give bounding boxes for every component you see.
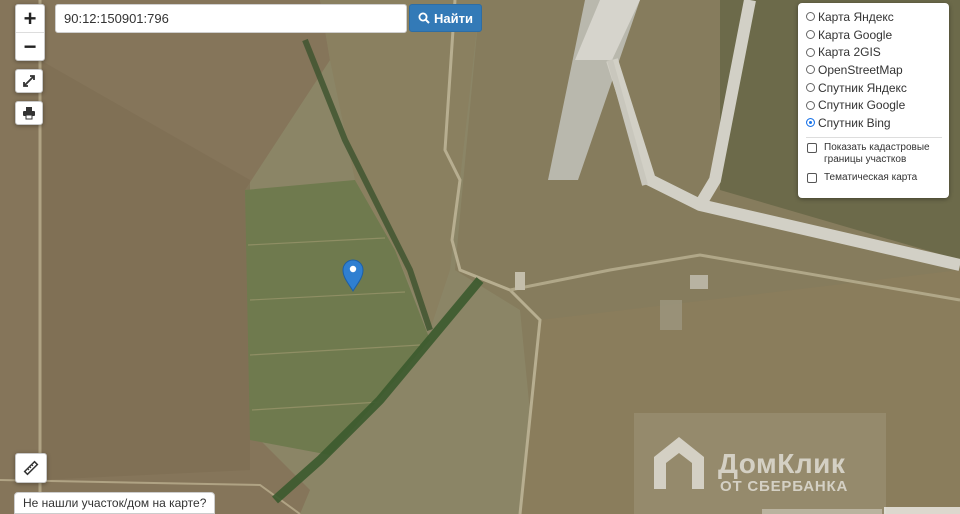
ruler-button[interactable] bbox=[15, 453, 47, 483]
radio-icon[interactable] bbox=[806, 47, 815, 57]
scale-bar bbox=[762, 509, 882, 514]
layer-label: Карта 2GIS bbox=[818, 45, 881, 60]
house-logo-icon bbox=[654, 437, 704, 489]
find-button-label: Найти bbox=[434, 10, 473, 26]
layer-label: Карта Яндекс bbox=[818, 9, 894, 24]
fullscreen-button[interactable] bbox=[15, 69, 43, 93]
overlay-thematic-map[interactable]: Тематическая карта bbox=[806, 172, 942, 184]
ruler-icon bbox=[23, 460, 39, 476]
print-button[interactable] bbox=[15, 101, 43, 125]
map-attribution bbox=[884, 507, 960, 514]
layer-label: Спутник Яндекс bbox=[818, 80, 907, 95]
cadastral-search-input[interactable] bbox=[55, 4, 407, 33]
layer-switcher: Карта Яндекс Карта Google Карта 2GIS Ope… bbox=[798, 3, 949, 198]
overlay-cadastral-borders[interactable]: Показать кадастровые границы участков bbox=[806, 142, 942, 166]
layer-label: Спутник Google bbox=[818, 98, 906, 113]
layer-label: OpenStreetMap bbox=[818, 62, 903, 77]
checkbox-icon[interactable] bbox=[807, 172, 817, 183]
fullscreen-icon bbox=[23, 75, 35, 87]
not-found-link[interactable]: Не нашли участок/дом на карте? bbox=[14, 492, 216, 514]
layer-option-bing-satellite[interactable]: Спутник Bing bbox=[806, 114, 942, 132]
radio-icon[interactable] bbox=[806, 65, 815, 75]
layer-option-2gis-map[interactable]: Карта 2GIS bbox=[806, 43, 942, 61]
divider bbox=[806, 136, 942, 138]
layer-label: Карта Google bbox=[818, 27, 893, 42]
layer-option-yandex-map[interactable]: Карта Яндекс bbox=[806, 8, 942, 26]
layer-option-osm[interactable]: OpenStreetMap bbox=[806, 61, 942, 79]
radio-icon[interactable] bbox=[806, 100, 815, 110]
radio-icon[interactable] bbox=[806, 12, 815, 22]
radio-icon[interactable] bbox=[806, 30, 815, 40]
checkbox-icon[interactable] bbox=[807, 142, 817, 153]
watermark-subtitle: ОТ СБЕРБАНКА bbox=[720, 478, 849, 495]
radio-icon[interactable] bbox=[806, 83, 815, 93]
layer-option-yandex-satellite[interactable]: Спутник Яндекс bbox=[806, 79, 942, 97]
radio-selected-icon[interactable] bbox=[806, 118, 815, 128]
zoom-out-button[interactable]: − bbox=[16, 32, 44, 60]
find-button[interactable]: Найти bbox=[409, 4, 482, 32]
layer-option-google-satellite[interactable]: Спутник Google bbox=[806, 96, 942, 114]
zoom-in-button[interactable]: + bbox=[16, 5, 44, 32]
layer-option-google-map[interactable]: Карта Google bbox=[806, 26, 942, 44]
watermark-title: ДомКлик bbox=[718, 448, 846, 479]
search-icon bbox=[418, 12, 430, 24]
zoom-control: + − bbox=[15, 4, 45, 61]
overlay-label: Показать кадастровые границы участков bbox=[824, 141, 930, 165]
layer-label: Спутник Bing bbox=[818, 115, 891, 130]
overlay-label: Тематическая карта bbox=[824, 171, 918, 183]
printer-icon bbox=[23, 107, 35, 120]
